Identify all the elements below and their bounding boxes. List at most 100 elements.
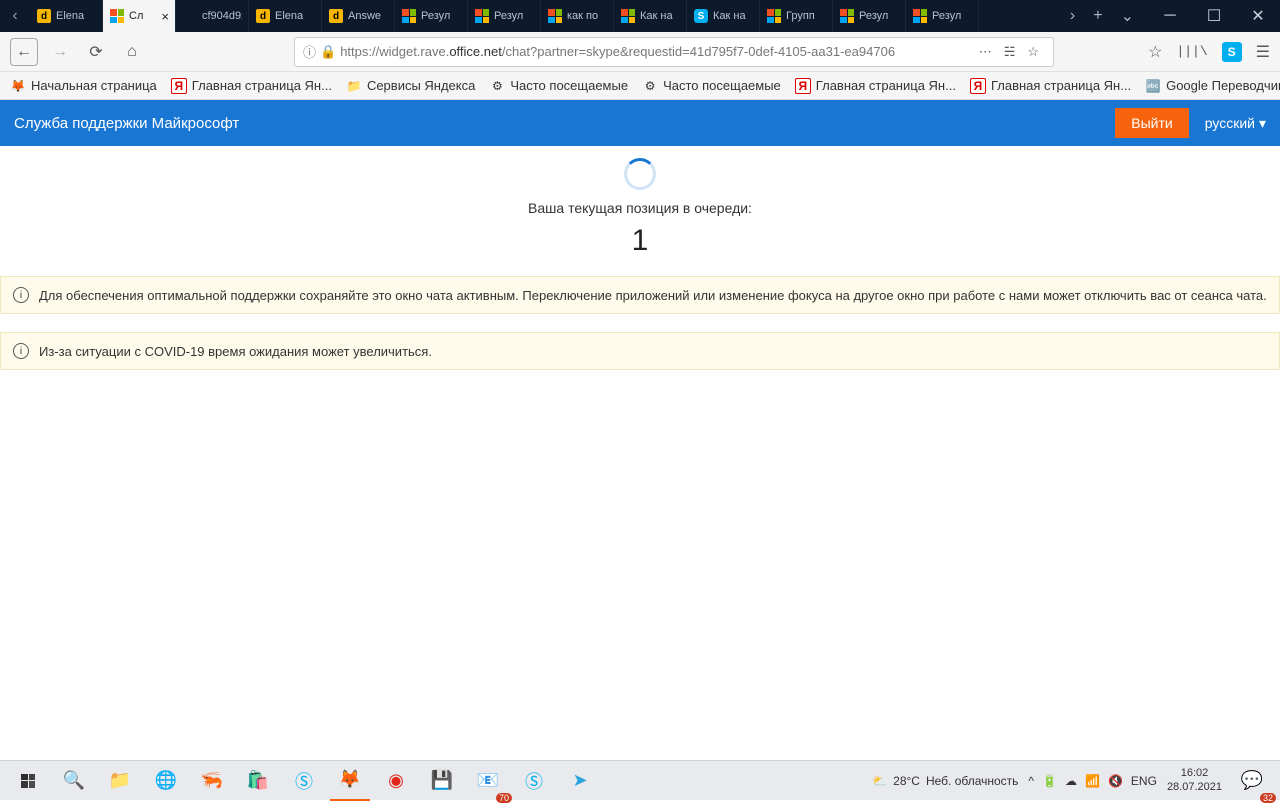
bookmark-label: Главная страница Ян... [192, 78, 332, 93]
bookmark-label: Часто посещаемые [663, 78, 781, 93]
notice-banner: i Из-за ситуации с COVID-19 время ожидан… [0, 332, 1280, 370]
store-icon[interactable]: 🛍️ [238, 761, 278, 801]
browser-tab[interactable]: Групп [760, 0, 833, 32]
site-info-icon[interactable]: ⓘ [303, 42, 316, 61]
bookmark-item[interactable]: ЯГлавная страница Ян... [795, 78, 956, 94]
toolbar-right: ☆ |||\ S ☰ [1148, 42, 1270, 62]
action-center-icon[interactable]: 💬32 [1232, 761, 1272, 801]
bookmark-label: Главная страница Ян... [816, 78, 956, 93]
bookmark-item[interactable]: ⚙Часто посещаемые [489, 78, 628, 94]
start-button[interactable] [8, 761, 48, 801]
browser-tab[interactable]: dElena [249, 0, 322, 32]
bookmark-item[interactable]: 🦊Начальная страница [10, 78, 157, 94]
bookmark-label: Начальная страница [31, 78, 157, 93]
url-more-icon[interactable]: ⋯ [979, 44, 992, 60]
browser-tab[interactable]: Как на [614, 0, 687, 32]
forward-button[interactable]: → [46, 38, 74, 66]
maximize-button[interactable]: ☐ [1192, 0, 1236, 32]
browser-tab[interactable]: Сл× [103, 0, 176, 32]
bookmark-label: Часто посещаемые [510, 78, 628, 93]
browser-tab[interactable]: cf904d92-0 [176, 0, 249, 32]
bookmark-star-icon[interactable]: ☆ [1027, 44, 1039, 60]
weather-widget[interactable]: ⛅ 28°C Неб. облачность [872, 774, 1018, 788]
battery-icon[interactable]: 🔋 [1042, 774, 1057, 788]
info-icon: i [13, 343, 29, 359]
browser-tab[interactable]: Резул [468, 0, 541, 32]
queue-label: Ваша текущая позиция в очереди: [0, 200, 1280, 216]
bookmark-item[interactable]: ЯГлавная страница Ян... [970, 78, 1131, 94]
tab-title: Групп [786, 10, 826, 22]
minimize-button[interactable]: ─ [1148, 0, 1192, 32]
tab-favicon [620, 8, 636, 24]
tab-favicon [547, 8, 563, 24]
adobe-icon[interactable]: ◉ [376, 761, 416, 801]
skype-icon[interactable]: Ⓢ [284, 761, 324, 801]
bookmark-item[interactable]: ЯГлавная страница Ян... [171, 78, 332, 94]
tab-title: Elena [275, 10, 315, 22]
input-lang[interactable]: ENG [1131, 774, 1157, 788]
tab-title: Answe [348, 10, 388, 22]
skype-icon-2[interactable]: Ⓢ [514, 761, 554, 801]
skype-extension-icon[interactable]: S [1222, 42, 1242, 62]
tab-title: Elena [56, 10, 96, 22]
tab-actions: › + ⌄ [1056, 6, 1148, 26]
home-button[interactable]: ⌂ [118, 38, 146, 66]
search-icon[interactable]: 🔍 [54, 761, 94, 801]
volume-icon[interactable]: 🔇 [1108, 774, 1123, 788]
language-label: русский [1205, 115, 1255, 131]
window-controls: ─ ☐ ✕ [1148, 0, 1280, 32]
clock[interactable]: 16:02 28.07.2021 [1167, 767, 1222, 793]
mail-icon[interactable]: 📧70 [468, 761, 508, 801]
bookmark-item[interactable]: 🔤Google Переводчик [1145, 78, 1280, 94]
browser-tab[interactable]: Резул [395, 0, 468, 32]
lock-icon: 🔒 [320, 44, 336, 60]
browser-tab[interactable]: как по [541, 0, 614, 32]
tab-close-icon[interactable]: × [161, 9, 169, 24]
bookmark-icon[interactable]: ☆ [1148, 42, 1162, 62]
bookmark-label: Сервисы Яндекса [367, 78, 475, 93]
file-explorer-icon[interactable]: 📁 [100, 761, 140, 801]
tab-title: cf904d92-0 [202, 10, 242, 22]
browser-tab[interactable]: Резул [833, 0, 906, 32]
library-icon[interactable]: |||\ [1176, 44, 1207, 59]
app-icon[interactable]: 🦐 [192, 761, 232, 801]
tray-chevron-icon[interactable]: ^ [1028, 774, 1034, 788]
tab-menu-button[interactable]: ⌄ [1121, 6, 1134, 26]
tab-favicon [766, 8, 782, 24]
browser-tab[interactable]: d Elena [30, 0, 103, 32]
tab-scroll-right[interactable]: › [1070, 7, 1075, 25]
close-window-button[interactable]: ✕ [1236, 0, 1280, 32]
tab-scroll-left[interactable]: ‹ [0, 0, 30, 32]
firefox-icon[interactable]: 🦊 [330, 761, 370, 801]
taskbar-right: ⛅ 28°C Неб. облачность ^ 🔋 ☁ 📶 🔇 ENG 16:… [872, 761, 1272, 801]
app-title: Служба поддержки Майкрософт [14, 115, 239, 132]
info-icon: i [13, 287, 29, 303]
menu-icon[interactable]: ☰ [1256, 42, 1270, 62]
browser-tab[interactable]: dAnswe [322, 0, 395, 32]
weather-icon: ⛅ [872, 774, 887, 788]
spinner-icon [624, 158, 656, 190]
telegram-icon[interactable]: ➤ [560, 761, 600, 801]
onedrive-icon[interactable]: ☁ [1065, 774, 1077, 788]
reload-button[interactable]: ⟳ [82, 38, 110, 66]
wifi-icon[interactable]: 📶 [1085, 774, 1100, 788]
logout-button[interactable]: Выйти [1115, 108, 1188, 138]
new-tab-button[interactable]: + [1093, 7, 1102, 25]
language-selector[interactable]: русский ▾ [1205, 115, 1266, 132]
tab-favicon [474, 8, 490, 24]
bookmark-item[interactable]: ⚙Часто посещаемые [642, 78, 781, 94]
notice-text: Для обеспечения оптимальной поддержки со… [39, 288, 1267, 303]
browser-tab[interactable]: Резул [906, 0, 979, 32]
edge-icon[interactable]: 🌐 [146, 761, 186, 801]
tab-favicon: d [36, 8, 52, 24]
back-button[interactable]: ← [10, 38, 38, 66]
bookmark-item[interactable]: 📁Сервисы Яндекса [346, 78, 475, 94]
browser-tab[interactable]: SКак на [687, 0, 760, 32]
tab-title: Резул [421, 10, 461, 22]
clock-date: 28.07.2021 [1167, 781, 1222, 794]
save-icon[interactable]: 💾 [422, 761, 462, 801]
tab-favicon [912, 8, 928, 24]
bookmark-label: Главная страница Ян... [991, 78, 1131, 93]
url-bar[interactable]: ⓘ 🔒 https://widget.rave.office.net/chat?… [294, 37, 1054, 67]
reader-mode-icon[interactable]: ☵ [1004, 44, 1016, 60]
